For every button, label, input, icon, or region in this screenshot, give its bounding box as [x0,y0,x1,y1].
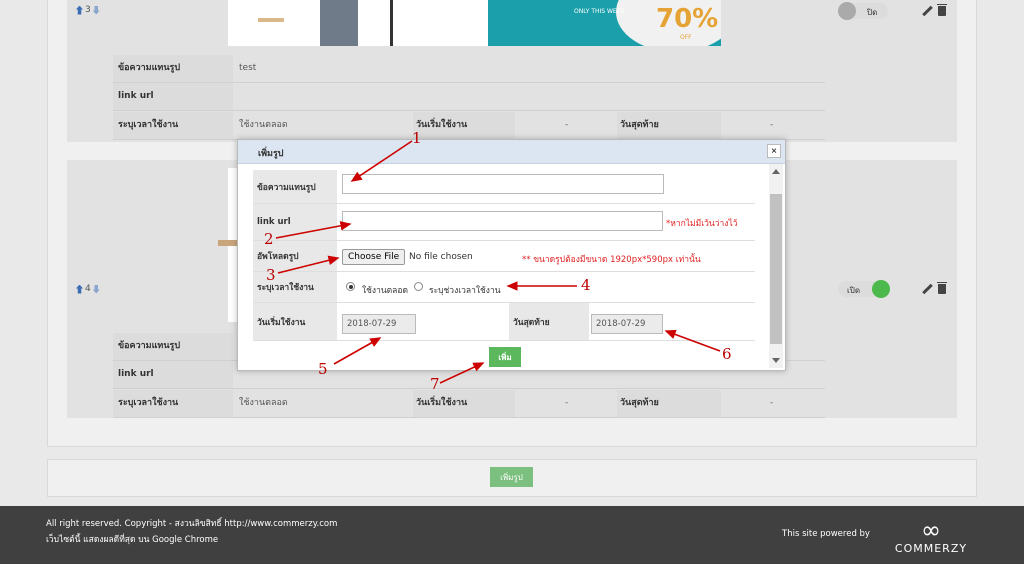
annotation-6: 6 [722,345,732,363]
arrow-7 [439,362,485,384]
annotation-arrows [275,140,721,384]
annotation-1: 1 [412,129,422,147]
arrow-1 [350,140,413,182]
arrow-5 [333,337,382,365]
annotation-2: 2 [264,230,274,248]
arrow-3 [277,255,340,274]
annotation-5: 5 [318,360,328,378]
arrow-2 [275,221,352,239]
annotation-4: 4 [581,276,591,294]
annotation-7: 7 [430,375,440,393]
arrow-6 [664,329,721,352]
annotation-3: 3 [266,266,276,284]
